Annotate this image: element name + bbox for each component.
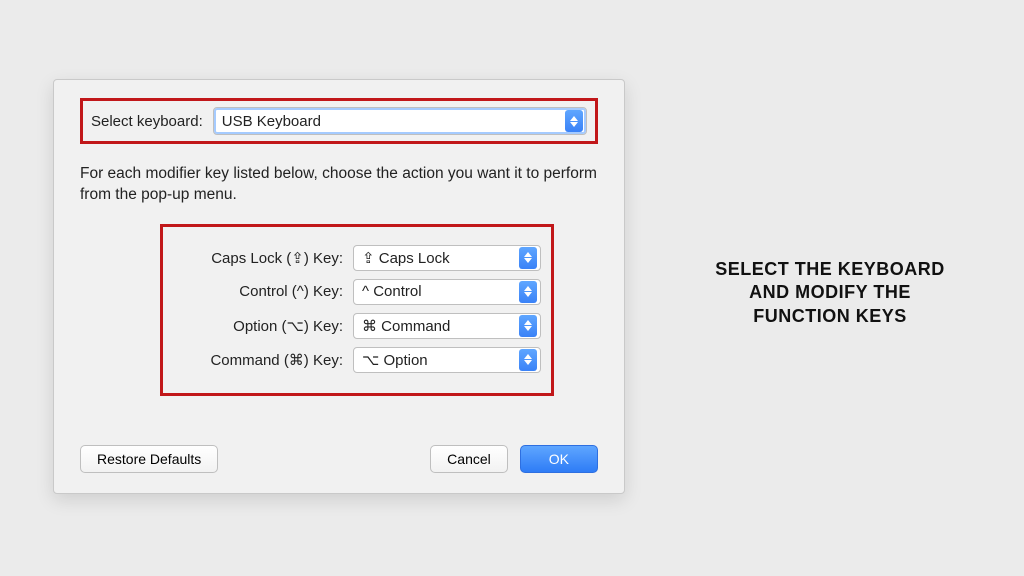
control-select[interactable]: ^ Control: [353, 279, 541, 305]
restore-defaults-button[interactable]: Restore Defaults: [80, 445, 218, 473]
modifier-row-control: Control (^) Key: ^ Control: [173, 279, 541, 305]
chevron-up-down-icon: [519, 349, 537, 371]
modifier-label: Option (⌥) Key:: [233, 317, 343, 335]
modifier-row-command: Command (⌘) Key: ⌥ Option: [173, 347, 541, 373]
keyboard-select[interactable]: USB Keyboard: [213, 107, 587, 135]
modifier-label: Command (⌘) Key:: [210, 351, 343, 369]
dialog-buttons: Restore Defaults Cancel OK: [80, 445, 598, 473]
select-value: ⌥ Option: [362, 351, 428, 369]
chevron-up-down-icon: [519, 281, 537, 303]
option-select[interactable]: ⌘ Command: [353, 313, 541, 339]
modifier-keys-dialog: Select keyboard: USB Keyboard For each m…: [53, 79, 625, 494]
select-value: ^ Control: [362, 283, 422, 300]
cancel-button[interactable]: Cancel: [430, 445, 508, 473]
ok-button[interactable]: OK: [520, 445, 598, 473]
chevron-up-down-icon: [519, 315, 537, 337]
chevron-up-down-icon: [519, 247, 537, 269]
modifier-label: Control (^) Key:: [239, 283, 343, 300]
modifier-label: Caps Lock (⇪) Key:: [211, 249, 343, 267]
modifier-row-option: Option (⌥) Key: ⌘ Command: [173, 313, 541, 339]
keyboard-select-value: USB Keyboard: [222, 113, 321, 130]
annotation-text: SELECT THE KEYBOARD AND MODIFY THE FUNCT…: [700, 258, 960, 328]
modifier-table: Caps Lock (⇪) Key: ⇪ Caps Lock Control (…: [160, 224, 554, 396]
select-value: ⇪ Caps Lock: [362, 249, 450, 267]
keyboard-select-label: Select keyboard:: [91, 113, 203, 130]
chevron-up-down-icon: [565, 110, 583, 132]
modifier-row-capslock: Caps Lock (⇪) Key: ⇪ Caps Lock: [173, 245, 541, 271]
capslock-select[interactable]: ⇪ Caps Lock: [353, 245, 541, 271]
keyboard-select-row: Select keyboard: USB Keyboard: [80, 98, 598, 144]
command-select[interactable]: ⌥ Option: [353, 347, 541, 373]
instructions-text: For each modifier key listed below, choo…: [80, 164, 598, 206]
select-value: ⌘ Command: [362, 317, 450, 335]
